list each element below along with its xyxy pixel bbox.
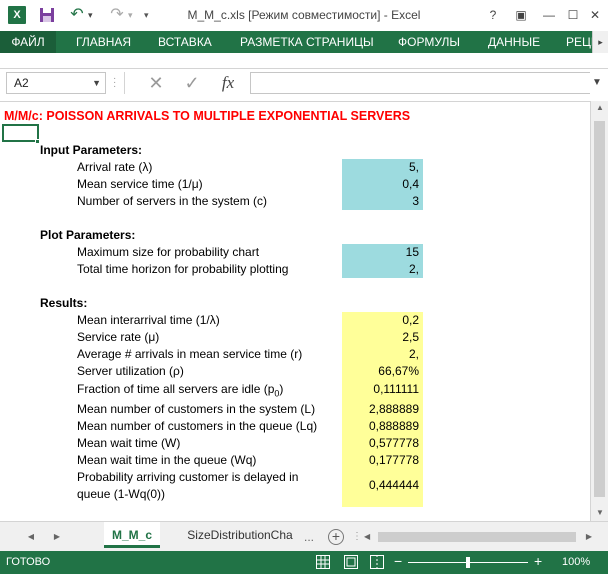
result-value-utilization[interactable]: 66,67% [342,363,423,380]
result-value-interarrival[interactable]: 0,2 [342,312,423,329]
horizontal-scroll-thumb[interactable] [378,532,576,542]
divider [124,72,125,94]
result-value-delay-prob[interactable]: 0,444444 [342,477,423,494]
plot-label-time-horizon: Total time horizon for probability plott… [77,262,289,276]
name-box-value: A2 [14,76,29,90]
tab-formulas[interactable]: ФОРМУЛЫ [398,31,460,53]
result-value-Lq[interactable]: 0,888889 [342,418,423,435]
ribbon-body [0,53,608,69]
close-icon[interactable]: ✕ [582,4,608,26]
input-label-arrival-rate: Arrival rate (λ) [77,160,153,174]
plot-parameters-header: Plot Parameters: [40,228,136,242]
formula-input[interactable] [250,72,590,94]
formula-bar-grip-icon[interactable]: · · · [113,74,119,92]
tab-data[interactable]: ДАННЫЕ [488,31,540,53]
ribbon-scroll-right-icon[interactable]: ▸ [592,31,608,53]
result-label-Wq: Mean wait time in the queue (Wq) [77,453,257,467]
sheet-tabs-bar: ◀ ▶ M_M_c SizeDistributionCha ... + ⋮ ◀ … [0,521,608,551]
cancel-icon[interactable]: ✕ [144,72,168,94]
result-value-idle-fraction[interactable]: 0,111111 [342,381,423,398]
scroll-right-icon[interactable]: ▶ [586,529,592,545]
zoom-slider-knob[interactable] [466,557,470,568]
input-value-mean-service-time[interactable]: 0,4 [342,176,423,193]
scroll-left-icon[interactable]: ◀ [364,529,370,545]
result-label-interarrival: Mean interarrival time (1/λ) [77,313,220,327]
tab-scroll-left-icon[interactable]: ◀ [22,522,40,552]
page-break-view-icon[interactable] [370,555,384,569]
results-header: Results: [40,296,88,310]
tab-split-handle-icon[interactable]: ⋮ [352,522,362,552]
idle-fraction-tail: ) [279,382,284,396]
status-text: ГОТОВО [6,556,51,568]
worksheet-grid[interactable]: M/M/c: POISSON ARRIVALS TO MULTIPLE EXPO… [0,101,590,521]
result-label-delay-prob: Probability arriving customer is delayed… [77,470,299,484]
input-parameters-header: Input Parameters: [40,143,143,157]
scroll-down-icon[interactable]: ▼ [591,508,608,517]
zoom-in-icon[interactable]: + [534,553,542,569]
zoom-out-icon[interactable]: − [394,553,402,569]
input-label-number-of-servers: Number of servers in the system (c) [77,194,268,208]
scroll-up-icon[interactable]: ▲ [591,103,608,112]
sheet-tab-other[interactable]: SizeDistributionCha [176,522,304,548]
title-bar: X ↶ ▾ ↷ ▾ ▾ M_M_c.xls [Режим совместимос… [0,0,608,31]
tab-page-layout[interactable]: РАЗМЕТКА СТРАНИЦЫ [240,31,374,53]
plot-value-max-size[interactable]: 15 [342,244,423,261]
sheet-title: M/M/c: POISSON ARRIVALS TO MULTIPLE EXPO… [4,109,411,123]
tab-file[interactable]: ФАЙЛ [0,31,56,53]
result-value-L[interactable]: 2,888889 [342,401,423,418]
plot-label-max-size: Maximum size for probability chart [77,245,260,259]
help-icon[interactable]: ? [480,4,506,26]
scroll-thumb[interactable] [594,121,605,497]
result-label-idle-fraction: Fraction of time all servers are idle (p… [77,381,283,402]
result-value-avg-arrivals[interactable]: 2, [342,346,423,363]
result-value-service-rate[interactable]: 2,5 [342,329,423,346]
name-box[interactable]: A2 ▼ [6,72,106,94]
page-layout-view-icon[interactable] [344,555,358,569]
minimize-icon[interactable]: — [536,4,562,26]
formula-bar: A2 ▼ · · · ✕ ✓ fx ▼ [0,69,608,101]
zoom-level[interactable]: 100% [562,556,590,568]
plot-value-time-horizon[interactable]: 2, [342,261,423,278]
vertical-scrollbar[interactable]: ▲ ▼ [590,101,608,521]
normal-view-icon[interactable] [316,555,330,569]
result-value-W[interactable]: 0,577778 [342,435,423,452]
insert-function-button[interactable]: fx [216,72,240,94]
result-label-service-rate: Service rate (μ) [77,330,160,344]
selected-cell-a2[interactable] [2,124,39,142]
result-label-delay-prob-line2: queue (1-Wq(0)) [77,487,166,501]
input-value-arrival-rate[interactable]: 5, [342,159,423,176]
tab-scroll-right-icon[interactable]: ▶ [48,522,66,552]
add-sheet-icon[interactable]: + [328,529,344,545]
ribbon-display-icon[interactable]: ▣ [508,4,534,26]
idle-fraction-text: Fraction of time all servers are idle (p [77,382,275,396]
enter-icon[interactable]: ✓ [180,72,204,94]
result-label-utilization: Server utilization (ρ) [77,364,184,378]
result-label-L: Mean number of customers in the system (… [77,402,316,416]
input-label-mean-service-time: Mean service time (1/μ) [77,177,203,191]
result-label-avg-arrivals: Average # arrivals in mean service time … [77,347,303,361]
more-sheets[interactable]: ... [304,522,320,552]
tab-insert[interactable]: ВСТАВКА [158,31,212,53]
ribbon-tabs: ФАЙЛ ГЛАВНАЯ ВСТАВКА РАЗМЕТКА СТРАНИЦЫ Ф… [0,31,608,53]
result-label-Lq: Mean number of customers in the queue (L… [77,419,318,433]
horizontal-scrollbar[interactable]: ◀ ▶ [364,529,592,545]
tab-home[interactable]: ГЛАВНАЯ [76,31,131,53]
status-bar: ГОТОВО − + 100% [0,551,608,574]
sheet-tab-active[interactable]: M_M_c [104,522,160,548]
result-value-Wq[interactable]: 0,177778 [342,452,423,469]
input-value-number-of-servers[interactable]: 3 [342,193,423,210]
result-label-W: Mean wait time (W) [77,436,181,450]
expand-formula-bar-icon[interactable]: ▼ [588,72,606,94]
chevron-down-icon[interactable]: ▼ [92,73,101,93]
